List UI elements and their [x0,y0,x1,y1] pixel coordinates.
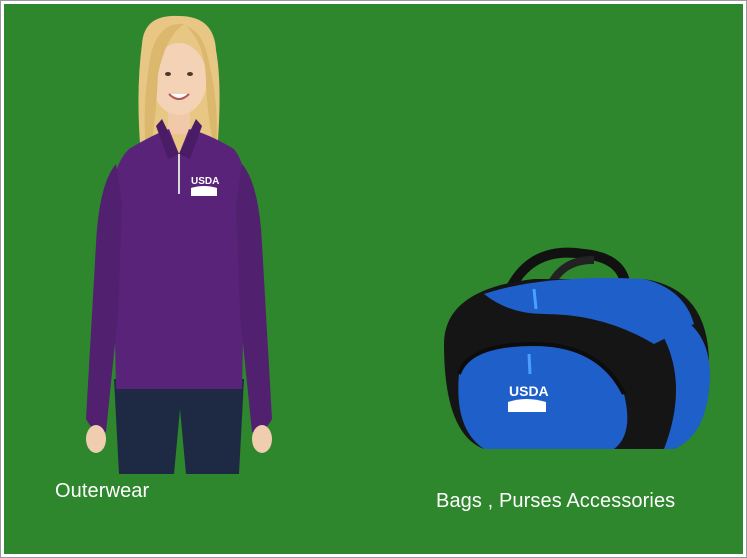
bags-caption[interactable]: Bags , Purses Accessories [436,490,675,513]
outerwear-label[interactable]: Outerwear [55,480,149,502]
outerwear-caption[interactable]: Outerwear [55,480,149,503]
bags-label[interactable]: Bags , Purses Accessories [436,490,675,512]
category-tile-outerwear[interactable]: USDA [74,14,284,534]
bag-logo-text: USDA [509,383,549,399]
category-tile-bags[interactable]: USDA [424,234,724,534]
outerwear-image[interactable]: USDA [74,14,284,474]
jacket-logo-text: USDA [191,176,219,187]
bags-image[interactable]: USDA [424,234,724,474]
page-frame: USDA USDA Outerwear Bags , Purses Access… [0,0,747,558]
category-panel: USDA USDA Outerwear Bags , Purses Access… [4,4,743,554]
